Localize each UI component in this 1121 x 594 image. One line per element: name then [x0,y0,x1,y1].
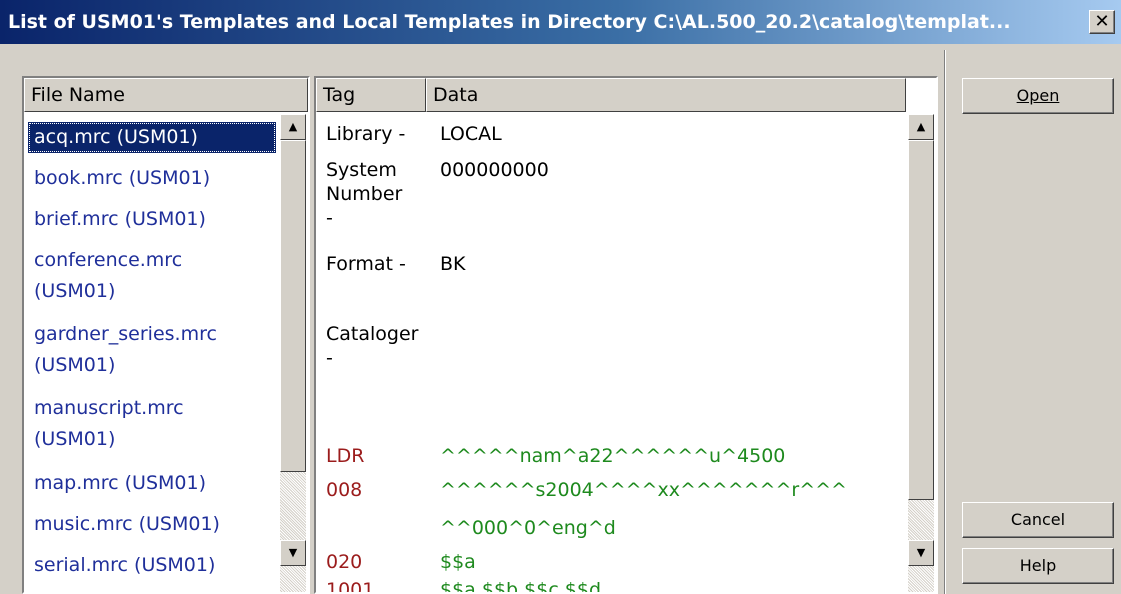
help-button[interactable]: Help [962,548,1114,584]
chevron-up-icon: ▲ [916,120,926,133]
close-icon: ✕ [1094,11,1110,32]
record-view-panel: Tag Data Library - LOCAL System Number -… [314,76,938,594]
chevron-up-icon: ▲ [288,120,298,133]
scroll-down-button[interactable]: ▼ [908,540,934,566]
file-item-serial[interactable]: serial.mrc (USM01) [28,550,276,581]
tag-column-header[interactable]: Tag [316,78,426,112]
record-tag: LDR [326,445,365,467]
record-tag: 020 [326,551,363,573]
chevron-down-icon: ▼ [288,546,298,559]
record-data: ^^^^^nam^a22^^^^^^u^4500 [440,445,786,467]
file-item-music[interactable]: music.mrc (USM01) [28,509,276,540]
record-data: BK [440,253,466,275]
record-tag: Format - [326,253,406,275]
file-item-brief[interactable]: brief.mrc (USM01) [28,204,276,235]
record-view-scrollbar[interactable]: ▲ ▼ [908,114,934,592]
window-title-bar: List of USM01's Templates and Local Temp… [0,0,1121,44]
record-data: ^^000^0^eng^d [440,517,616,539]
record-data: 000000000 [440,159,549,181]
record-data: ^^^^^^s2004^^^^xx^^^^^^^r^^^ [440,479,847,501]
scroll-thumb[interactable] [908,140,934,500]
record-tag: System Number - [326,159,403,229]
open-button[interactable]: Open [962,78,1114,114]
record-data: $$a [440,551,476,573]
file-item-book[interactable]: book.mrc (USM01) [28,163,276,194]
file-item-gardner-series[interactable]: gardner_series.mrc (USM01) [28,319,258,381]
data-column-header[interactable]: Data [426,78,906,112]
record-tag: 008 [326,479,363,501]
scroll-up-button[interactable]: ▲ [280,114,306,140]
file-item-manuscript[interactable]: manuscript.mrc (USM01) [28,393,248,455]
record-tag: Library - [326,123,406,145]
record-data: $$a $$b $$c $$d [440,579,602,594]
window-title: List of USM01's Templates and Local Temp… [8,11,1011,33]
cancel-button[interactable]: Cancel [962,502,1114,538]
scroll-thumb[interactable] [280,140,306,472]
close-button[interactable]: ✕ [1089,10,1115,34]
button-column-divider [944,50,946,594]
file-name-column-header[interactable]: File Name [24,78,308,112]
record-tag: Cataloger - [326,323,419,369]
record-data: LOCAL [440,123,502,145]
scroll-down-button[interactable]: ▼ [280,540,306,566]
scroll-up-button[interactable]: ▲ [908,114,934,140]
file-item-conference[interactable]: conference.mrc (USM01) [28,245,248,307]
file-list-scrollbar[interactable]: ▲ ▼ [280,114,306,592]
file-item-acq[interactable]: acq.mrc (USM01) [28,122,276,153]
file-list-panel: File Name acq.mrc (USM01) book.mrc (USM0… [22,76,310,594]
chevron-down-icon: ▼ [916,546,926,559]
file-item-map[interactable]: map.mrc (USM01) [28,468,276,499]
record-tag: 1001 [326,579,375,594]
